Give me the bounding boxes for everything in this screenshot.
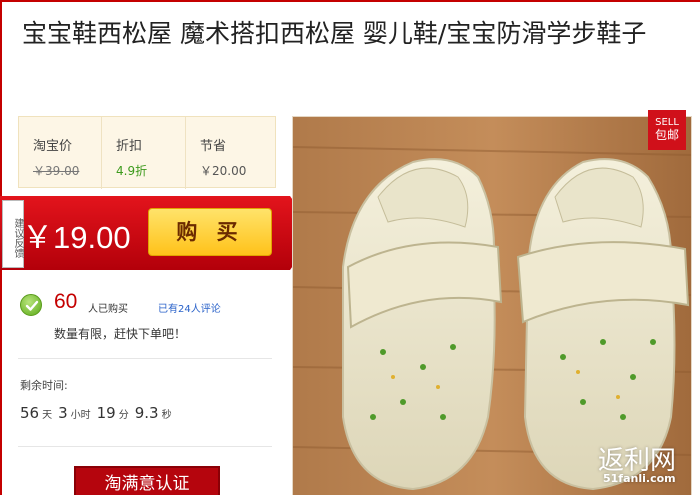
feedback-tab[interactable]: 建议反馈 (2, 200, 24, 268)
purchase-count: 60 (54, 290, 78, 313)
discount-label: 折扣 (116, 139, 143, 154)
savings-value: ￥20.00 (200, 164, 247, 178)
countdown-timer: 56 天 3 小时 19 分 9.3 秒 (20, 404, 178, 422)
seconds-unit: 秒 (161, 410, 172, 421)
price-info-box: 淘宝价 ￥39.00 折扣 4.9折 节省 ￥20.00 (18, 116, 277, 189)
savings-label: 节省 (200, 139, 227, 154)
discount-column: 折扣 4.9折 (101, 117, 185, 189)
taobao-price-label: 淘宝价 (33, 139, 73, 154)
hours-unit: 小时 (70, 410, 91, 421)
deal-price: ￥19.00 (22, 220, 131, 255)
buy-button[interactable]: 购 买 (148, 208, 272, 256)
top-border (0, 0, 700, 2)
divider (18, 358, 272, 359)
check-icon (20, 294, 42, 316)
badge-free-shipping-text: 包邮 (654, 128, 679, 142)
savings-column: 节省 ￥20.00 (185, 117, 277, 189)
badge-sell-text: SELL (655, 117, 679, 128)
taobao-price-value: ￥39.00 (33, 164, 80, 178)
countdown-minutes: 19 (96, 404, 116, 422)
countdown-days: 56 (20, 404, 40, 422)
discount-value: 4.9折 (116, 164, 148, 178)
review-count-link[interactable]: 已有24人评论 (158, 300, 221, 315)
purchased-label: 人已购买 (88, 304, 128, 315)
time-remaining-label: 剩余时间: (20, 379, 68, 392)
free-shipping-badge: SELL 包邮 (648, 110, 686, 150)
countdown-hours: 3 (58, 404, 68, 422)
countdown-seconds: 9.3 (134, 404, 159, 422)
watermark-site: 51fanli.com (603, 472, 676, 485)
tmall-certified-button[interactable]: 淘满意认证 (74, 466, 220, 495)
minutes-unit: 分 (118, 410, 129, 421)
taobao-price-column: 淘宝价 ￥39.00 (19, 117, 101, 189)
divider (18, 446, 272, 447)
days-unit: 天 (42, 410, 53, 421)
product-title: 宝宝鞋西松屋 魔术搭扣西松屋 婴儿鞋/宝宝防滑学步鞋子 (22, 19, 647, 48)
product-image[interactable] (292, 116, 692, 495)
limited-stock-text: 数量有限，赶快下单吧！ (54, 327, 187, 341)
